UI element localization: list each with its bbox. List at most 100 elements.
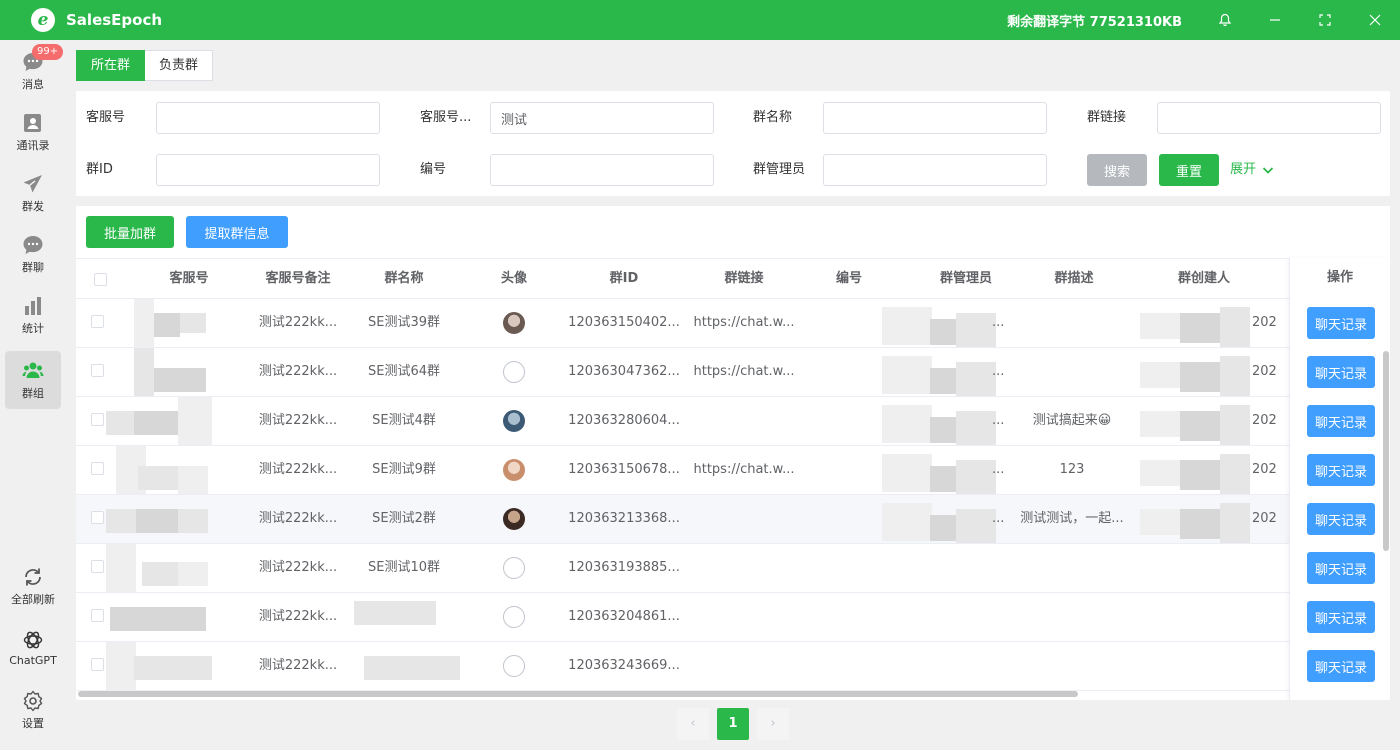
row-checkbox[interactable] [91, 315, 104, 328]
row-checkbox[interactable] [91, 511, 104, 524]
sidebar-item-messages[interactable]: 消息 99+ [5, 42, 64, 100]
redacted-block [882, 405, 932, 443]
cell-group-id: 120363243669... [568, 658, 680, 673]
redacted-block [354, 601, 436, 625]
cell-group-desc [1014, 544, 1130, 592]
chat-history-button[interactable]: 聊天记录 [1307, 601, 1375, 633]
chat-history-button[interactable]: 聊天记录 [1307, 405, 1375, 437]
sidebar-item-settings[interactable]: 设置 [5, 681, 61, 739]
next-page-button[interactable]: › [757, 708, 789, 740]
chat-history-button[interactable]: 聊天记录 [1307, 503, 1375, 535]
redacted-block [106, 509, 136, 533]
cell-group-name: SE测试4群 [372, 413, 436, 428]
redacted-block [134, 411, 178, 435]
chatgpt-icon [22, 629, 44, 651]
table-row[interactable]: 测试222kk... SE测试10群 120363193885... [76, 544, 1390, 593]
table-row[interactable]: 测试222kk... 120363243669... [76, 642, 1390, 691]
group-link-input[interactable] [1157, 102, 1381, 134]
filter-label-group-admin: 群管理员 [753, 162, 806, 177]
minimize-icon[interactable] [1250, 0, 1300, 40]
cell-service-note: 测试222kk... [258, 658, 338, 673]
sidebar-item-stats[interactable]: 统计 [5, 286, 61, 344]
cell-group-admin: ... [992, 364, 1005, 379]
cell-service-note: 测试222kk... [258, 315, 338, 330]
filter-panel: 客服号 客服号... 群名称 群链接 群ID 编号 群管理员 搜索 重置 展开 [76, 91, 1390, 196]
redacted-block [154, 368, 180, 392]
row-checkbox[interactable] [91, 364, 104, 377]
redacted-block [882, 503, 932, 541]
group-avatar [503, 410, 525, 432]
sidebar-item-refresh-all[interactable]: 全部刷新 [5, 557, 61, 615]
row-checkbox[interactable] [91, 560, 104, 573]
close-icon[interactable] [1350, 0, 1400, 40]
service-no-input[interactable] [156, 102, 380, 134]
sidebar-item-label: 统计 [22, 321, 44, 335]
select-all-checkbox[interactable] [94, 273, 107, 286]
sidebar-item-contacts[interactable]: 通讯录 [5, 103, 61, 161]
reset-button[interactable]: 重置 [1159, 154, 1219, 186]
table-row[interactable]: 测试222kk... 120363204861... [76, 593, 1390, 642]
group-name-input[interactable] [823, 102, 1047, 134]
col-service-no: 客服号 [169, 271, 209, 286]
redacted-block [364, 656, 460, 680]
row-checkbox[interactable] [91, 462, 104, 475]
redacted-block [930, 417, 956, 443]
tab-joined-groups[interactable]: 所在群 [76, 50, 146, 81]
notification-bell-icon[interactable] [1200, 0, 1250, 40]
redacted-block [138, 466, 178, 490]
chat-history-button[interactable]: 聊天记录 [1307, 307, 1375, 339]
chat-history-button[interactable]: 聊天记录 [1307, 650, 1375, 682]
redacted-block [140, 607, 206, 631]
redacted-block [106, 411, 136, 435]
redacted-block [106, 544, 136, 592]
cell-group-name: SE测试39群 [367, 315, 440, 330]
table-row[interactable]: 测试222kk... SE测试4群 120363280604...... 测试搞起来😀… [76, 397, 1390, 446]
cell-group-creator: 202 [1252, 462, 1277, 477]
service-note-input[interactable] [490, 102, 714, 134]
page-number-button[interactable]: 1 [717, 708, 749, 740]
number-input[interactable] [490, 154, 714, 186]
row-checkbox[interactable] [91, 413, 104, 426]
row-checkbox[interactable] [91, 609, 104, 622]
cell-group-id: 120363047362... [568, 364, 680, 379]
cell-group-link [690, 495, 798, 543]
table-row[interactable]: 测试222kk... SE测试2群 120363213368...... 测试测试，一… [76, 495, 1390, 544]
tab-managed-groups[interactable]: 负责群 [145, 50, 214, 81]
redacted-block [134, 656, 174, 680]
search-button[interactable]: 搜索 [1087, 154, 1147, 186]
table-row[interactable]: 测试222kk... SE测试39群 120363150402... https://… [76, 299, 1390, 348]
extract-info-button[interactable]: 提取群信息 [186, 216, 288, 248]
row-checkbox[interactable] [91, 658, 104, 671]
redacted-block [956, 411, 996, 445]
broken-image-icon [503, 606, 525, 628]
sidebar-item-groups[interactable]: 群组 [5, 351, 61, 409]
expand-toggle[interactable]: 展开 [1230, 154, 1274, 186]
table-row[interactable]: 测试222kk... SE测试9群 120363150678... https://c… [76, 446, 1390, 495]
groups-table-panel: 批量加群 提取群信息 客服号 客服号备注 群名称 头像 群ID 群链接 编号 群… [76, 206, 1390, 700]
sidebar-item-broadcast[interactable]: 群发 [5, 164, 61, 222]
sidebar-item-chatgpt[interactable]: ChatGPT [5, 619, 61, 677]
group-admin-input[interactable] [823, 154, 1047, 186]
chat-history-button[interactable]: 聊天记录 [1307, 552, 1375, 584]
vertical-scrollbar[interactable] [1383, 351, 1389, 551]
redacted-block [106, 642, 136, 690]
horizontal-scrollbar[interactable] [78, 691, 1078, 697]
redacted-block [1180, 313, 1220, 343]
sidebar-item-group-chat[interactable]: 群聊 [5, 225, 61, 283]
cell-group-id: 120363150678... [568, 462, 680, 477]
chat-history-button[interactable]: 聊天记录 [1307, 454, 1375, 486]
group-id-input[interactable] [156, 154, 380, 186]
operation-column: 操作 聊天记录 聊天记录 聊天记录 聊天记录 聊天记录 聊天记录 聊天记录 聊天记录 [1289, 258, 1390, 700]
prev-page-button[interactable]: ‹ [677, 708, 709, 740]
maximize-icon[interactable] [1300, 0, 1350, 40]
col-group-desc: 群描述 [1054, 271, 1094, 286]
table-row[interactable]: 测试222kk... SE测试64群 120363047362... https://… [76, 348, 1390, 397]
cell-group-creator: 202 [1252, 315, 1277, 330]
sidebar-item-label: 群聊 [22, 260, 44, 274]
col-group-creator: 群创建人 [1177, 271, 1230, 286]
batch-join-button[interactable]: 批量加群 [86, 216, 174, 248]
filter-label-group-id: 群ID [86, 162, 113, 177]
cell-group-admin: ... [992, 315, 1005, 330]
redacted-block [1220, 454, 1250, 494]
chat-history-button[interactable]: 聊天记录 [1307, 356, 1375, 388]
